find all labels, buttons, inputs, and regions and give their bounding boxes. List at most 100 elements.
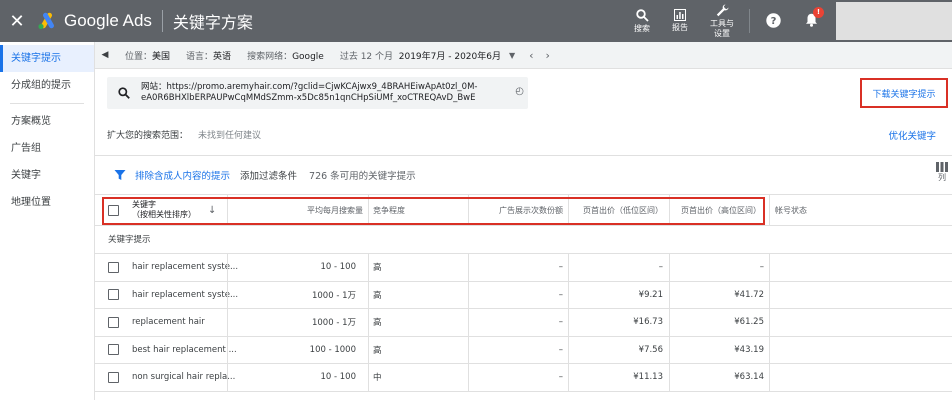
- sidebar-item-keyword-ideas[interactable]: 关键字提示: [0, 45, 94, 72]
- keyword-cell: replacement hair: [132, 317, 205, 328]
- add-filter-button[interactable]: 添加过滤条件: [240, 168, 297, 182]
- table-row[interactable]: non surgical hair repla... 10 - 100 中 – …: [95, 364, 952, 392]
- impression-share-cell: –: [558, 317, 563, 328]
- location-value: 美国: [152, 51, 171, 62]
- title-separator: [161, 10, 163, 32]
- download-keyword-ideas-link[interactable]: 下载关键字提示: [860, 78, 948, 108]
- sidebar-item-grouped-ideas[interactable]: 分成组的提示: [0, 72, 94, 99]
- available-ideas-count: 726 条可用的关键字提示: [309, 171, 416, 182]
- sidebar-item-locations[interactable]: 地理位置: [0, 189, 94, 216]
- exclude-adult-ideas-filter[interactable]: 排除含成人内容的提示: [135, 168, 230, 182]
- table-toolbar: 排除含成人内容的提示 添加过滤条件 726 条可用的关键字提示 列: [95, 156, 952, 194]
- tools-settings-button[interactable]: 工具与 设置: [699, 0, 745, 42]
- row-checkbox[interactable]: [108, 344, 119, 356]
- row-checkbox[interactable]: [108, 261, 119, 273]
- collapse-sidebar-icon[interactable]: ◀: [95, 50, 115, 60]
- sidebar-item-plan-overview[interactable]: 方案概览: [0, 108, 94, 135]
- google-ads-logo-icon: [34, 10, 60, 32]
- bid-high-cell: ¥63.14: [734, 372, 764, 383]
- sidebar-item-ad-groups[interactable]: 广告组: [0, 135, 94, 162]
- reports-button[interactable]: 报告: [661, 0, 699, 42]
- help-button[interactable]: ?: [754, 0, 792, 42]
- impression-share-cell: –: [558, 372, 563, 383]
- column-divider: [769, 195, 770, 225]
- location-filter[interactable]: 位置：美国: [125, 49, 170, 62]
- competition-cell: 高: [373, 290, 382, 301]
- refine-keywords-link[interactable]: 优化关键字: [888, 128, 936, 142]
- website-search-input[interactable]: 网站：https://promo.aremyhair.com/?gclid=Cj…: [107, 77, 528, 109]
- bid-high-cell: ¥41.72: [734, 289, 764, 300]
- keyword-cell: non surgical hair repla...: [132, 372, 236, 383]
- volume-cell: 1000 - 1万: [311, 290, 356, 301]
- period-label: 过去 12 个月: [339, 51, 394, 62]
- table-row[interactable]: hair replacement syste... 1000 - 1万 高 – …: [95, 281, 952, 309]
- column-divider: [368, 309, 369, 336]
- keyword-cell: best hair replacement ...: [132, 344, 237, 355]
- bid-high-cell: ¥61.25: [734, 317, 764, 328]
- column-divider: [368, 281, 369, 308]
- columns-button[interactable]: 列: [936, 162, 948, 183]
- volume-cell: 100 - 1000: [309, 344, 356, 355]
- tools-label-2: 设置: [714, 28, 730, 38]
- competition-cell: 高: [373, 345, 382, 356]
- bid-high-cell: –: [759, 262, 764, 273]
- next-period-icon[interactable]: ›: [546, 49, 550, 62]
- filter-icon[interactable]: [113, 169, 127, 181]
- page-title: 关键字方案: [172, 13, 253, 32]
- column-divider: [368, 336, 369, 363]
- table-row[interactable]: replacement hair 1000 - 1万 高 – ¥16.73 ¥6…: [95, 309, 952, 337]
- expand-search-label: 扩大您的搜索范围：: [107, 131, 189, 141]
- history-icon[interactable]: ◴: [515, 86, 524, 97]
- column-divider: [769, 336, 770, 363]
- keyword-table: 关键字 （按相关性排序） ↓ 平均每月搜索量 竞争程度 广告展示次数份额 页首出…: [95, 194, 952, 392]
- bid-low-cell: ¥7.56: [638, 344, 663, 355]
- toolbar-divider: [749, 9, 750, 33]
- date-range-filter[interactable]: 过去 12 个月 2019年7月 - 2020年6月: [340, 49, 501, 62]
- website-url-text: 网站：https://promo.aremyhair.com/?gclid=Cj…: [141, 82, 477, 104]
- volume-cell: 10 - 100: [320, 372, 356, 383]
- prev-period-icon[interactable]: ‹: [529, 49, 533, 62]
- network-value: Google: [292, 51, 324, 62]
- account-info[interactable]: [836, 2, 952, 40]
- bid-low-cell: ¥9.21: [638, 289, 663, 300]
- notification-badge: !: [813, 7, 824, 18]
- header-highlight-box: [102, 197, 765, 225]
- date-dropdown-icon[interactable]: ▼: [509, 51, 515, 60]
- table-row[interactable]: best hair replacement ... 100 - 1000 高 –…: [95, 336, 952, 364]
- table-row[interactable]: hair replacement syste... 10 - 100 高 – –…: [95, 254, 952, 282]
- row-checkbox[interactable]: [108, 371, 119, 383]
- network-filter[interactable]: 搜索网络：Google: [247, 49, 324, 62]
- keyword-cell: hair replacement syste...: [132, 262, 239, 273]
- competition-cell: 高: [373, 318, 382, 329]
- account-status-column-header[interactable]: 帐号状态: [775, 195, 807, 225]
- row-checkbox[interactable]: [108, 316, 119, 328]
- volume-cell: 1000 - 1万: [311, 318, 356, 329]
- tools-label-1: 工具与: [710, 18, 734, 28]
- column-divider: [368, 364, 369, 391]
- keyword-ideas-group-header: 关键字提示: [95, 226, 952, 254]
- volume-cell: 10 - 100: [320, 262, 356, 273]
- reports-icon: [674, 9, 686, 21]
- sidebar: 关键字提示 分成组的提示 方案概览 广告组 关键字 地理位置: [0, 42, 95, 400]
- impression-share-cell: –: [558, 344, 563, 355]
- notifications-button[interactable]: !: [792, 0, 830, 42]
- column-divider: [769, 254, 770, 281]
- column-divider: [769, 364, 770, 391]
- website-url-line-2: eA0R6BHXlbERPAUPwCqMMdSZmm-x5Dc85n1qnCHp…: [141, 93, 476, 103]
- row-checkbox[interactable]: [108, 289, 119, 301]
- sidebar-item-keywords[interactable]: 关键字: [0, 162, 94, 189]
- wrench-icon: [716, 4, 728, 16]
- bid-high-cell: ¥43.19: [734, 344, 764, 355]
- search-button[interactable]: 搜索: [623, 0, 661, 42]
- period-value: 2019年7月 - 2020年6月: [398, 51, 501, 62]
- bid-low-cell: –: [658, 262, 663, 273]
- expand-search-value: 未找到任何建议: [198, 131, 262, 141]
- competition-cell: 高: [373, 263, 382, 274]
- table-header: 关键字 （按相关性排序） ↓ 平均每月搜索量 竞争程度 广告展示次数份额 页首出…: [95, 194, 952, 226]
- sidebar-divider: [10, 103, 84, 104]
- impression-share-cell: –: [558, 289, 563, 300]
- language-filter[interactable]: 语言：英语: [186, 49, 231, 62]
- close-icon[interactable]: ✕: [0, 11, 34, 32]
- language-value: 英语: [213, 51, 232, 62]
- svg-text:?: ?: [770, 16, 776, 27]
